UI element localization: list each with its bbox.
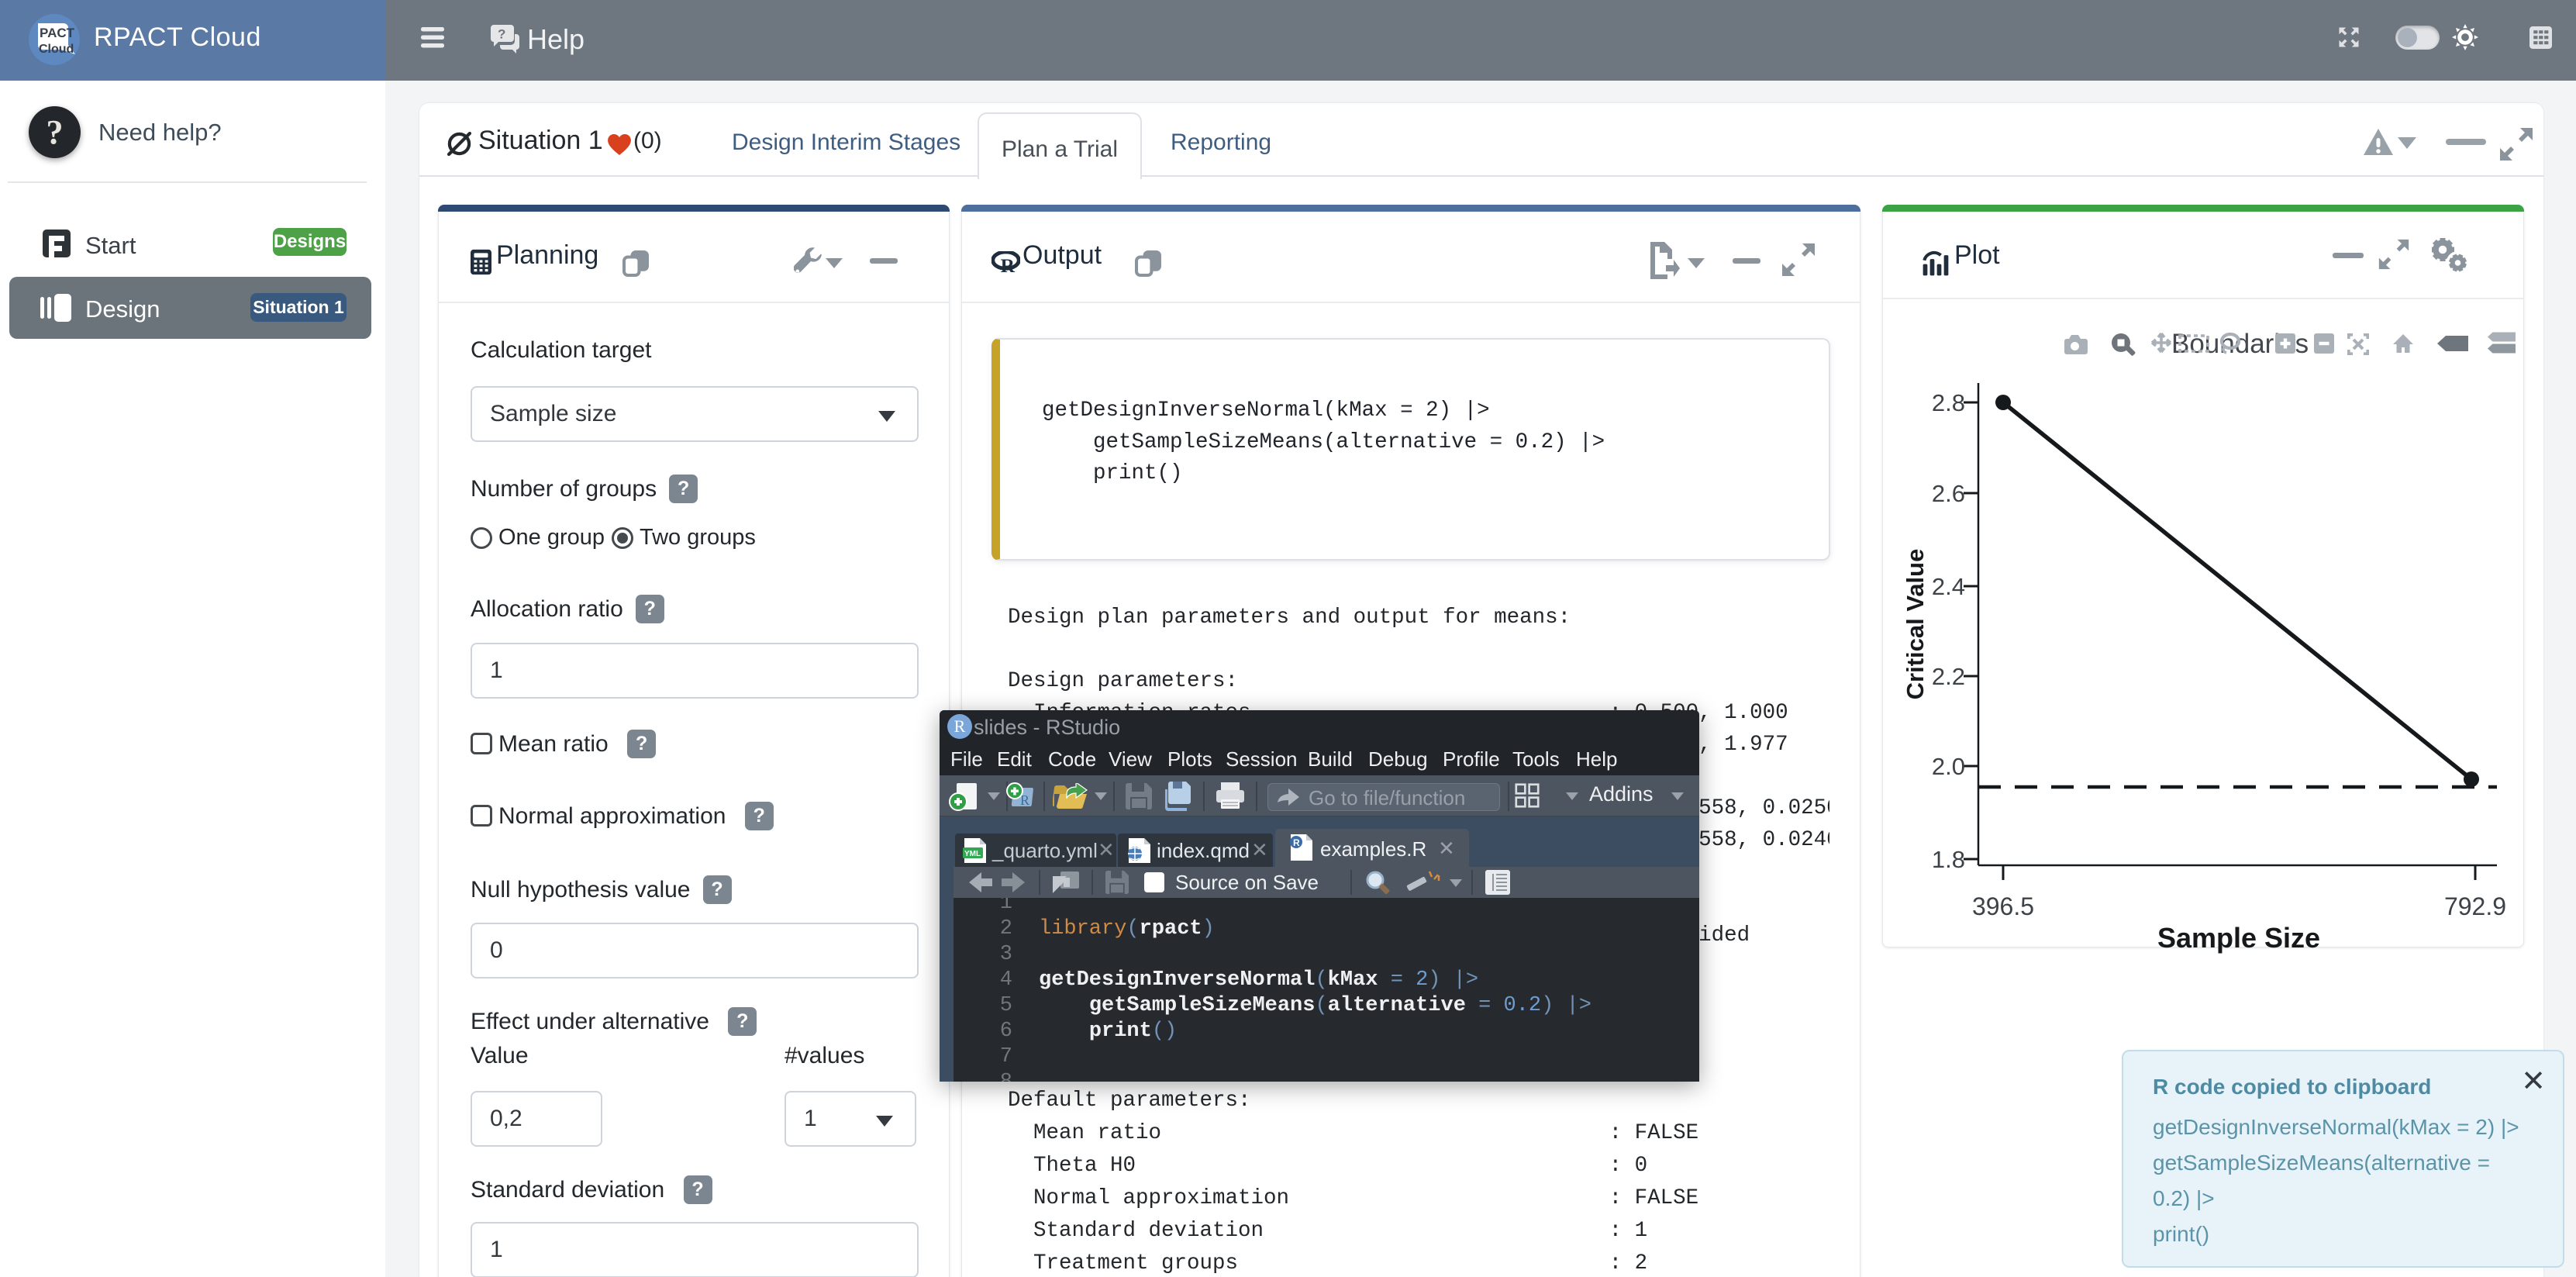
svg-text:2.0: 2.0 xyxy=(1932,753,1965,780)
svg-text:2.4: 2.4 xyxy=(1932,573,1965,600)
svg-text:Cloud: Cloud xyxy=(39,43,74,56)
svg-text:2.8: 2.8 xyxy=(1932,389,1965,416)
svg-text:R: R xyxy=(1293,837,1300,848)
svg-text:2.2: 2.2 xyxy=(1932,663,1965,690)
svg-text:Sample Size: Sample Size xyxy=(2157,922,2320,954)
svg-text:396.5: 396.5 xyxy=(1972,892,2034,920)
svg-text:?: ? xyxy=(498,27,505,42)
svg-text:792.9: 792.9 xyxy=(2444,892,2506,920)
svg-text:R: R xyxy=(1001,254,1016,274)
svg-text:1.8: 1.8 xyxy=(1932,846,1965,873)
svg-text:PACT: PACT xyxy=(40,26,75,40)
svg-text:Critical Value: Critical Value xyxy=(1902,549,1929,700)
svg-text:2.6: 2.6 xyxy=(1932,480,1965,507)
svg-text:YML: YML xyxy=(964,850,981,858)
